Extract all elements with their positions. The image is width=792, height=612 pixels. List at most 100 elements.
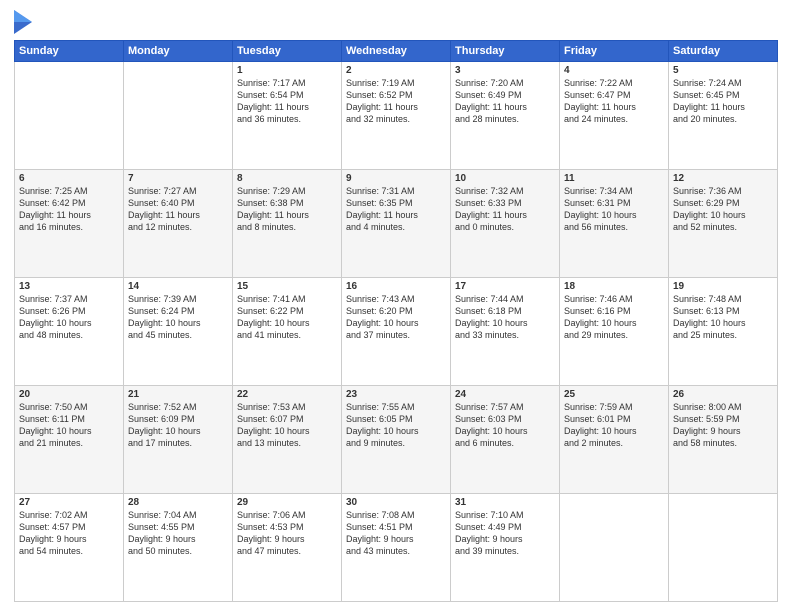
day-number: 8 [237, 173, 337, 184]
day-number: 6 [19, 173, 119, 184]
page: SundayMondayTuesdayWednesdayThursdayFrid… [0, 0, 792, 612]
day-number: 27 [19, 497, 119, 508]
day-info: Sunrise: 7:04 AM Sunset: 4:55 PM Dayligh… [128, 509, 228, 558]
day-info: Sunrise: 7:31 AM Sunset: 6:35 PM Dayligh… [346, 185, 446, 234]
day-info: Sunrise: 7:06 AM Sunset: 4:53 PM Dayligh… [237, 509, 337, 558]
day-info: Sunrise: 7:46 AM Sunset: 6:16 PM Dayligh… [564, 293, 664, 342]
day-info: Sunrise: 7:25 AM Sunset: 6:42 PM Dayligh… [19, 185, 119, 234]
calendar-cell: 11Sunrise: 7:34 AM Sunset: 6:31 PM Dayli… [560, 170, 669, 278]
calendar-cell: 3Sunrise: 7:20 AM Sunset: 6:49 PM Daylig… [451, 62, 560, 170]
calendar-cell: 14Sunrise: 7:39 AM Sunset: 6:24 PM Dayli… [124, 278, 233, 386]
weekday-header-tuesday: Tuesday [233, 41, 342, 62]
weekday-header-friday: Friday [560, 41, 669, 62]
week-row-1: 1Sunrise: 7:17 AM Sunset: 6:54 PM Daylig… [15, 62, 778, 170]
calendar-cell: 7Sunrise: 7:27 AM Sunset: 6:40 PM Daylig… [124, 170, 233, 278]
calendar-cell: 27Sunrise: 7:02 AM Sunset: 4:57 PM Dayli… [15, 494, 124, 602]
day-number: 22 [237, 389, 337, 400]
day-info: Sunrise: 7:48 AM Sunset: 6:13 PM Dayligh… [673, 293, 773, 342]
calendar-cell: 4Sunrise: 7:22 AM Sunset: 6:47 PM Daylig… [560, 62, 669, 170]
day-number: 14 [128, 281, 228, 292]
day-info: Sunrise: 7:19 AM Sunset: 6:52 PM Dayligh… [346, 77, 446, 126]
day-number: 18 [564, 281, 664, 292]
day-info: Sunrise: 7:50 AM Sunset: 6:11 PM Dayligh… [19, 401, 119, 450]
weekday-header-monday: Monday [124, 41, 233, 62]
calendar-cell: 15Sunrise: 7:41 AM Sunset: 6:22 PM Dayli… [233, 278, 342, 386]
calendar-cell: 5Sunrise: 7:24 AM Sunset: 6:45 PM Daylig… [669, 62, 778, 170]
day-number: 12 [673, 173, 773, 184]
calendar-cell: 18Sunrise: 7:46 AM Sunset: 6:16 PM Dayli… [560, 278, 669, 386]
day-info: Sunrise: 7:32 AM Sunset: 6:33 PM Dayligh… [455, 185, 555, 234]
weekday-row: SundayMondayTuesdayWednesdayThursdayFrid… [15, 41, 778, 62]
day-info: Sunrise: 7:34 AM Sunset: 6:31 PM Dayligh… [564, 185, 664, 234]
day-info: Sunrise: 7:52 AM Sunset: 6:09 PM Dayligh… [128, 401, 228, 450]
calendar-cell [124, 62, 233, 170]
calendar-cell: 31Sunrise: 7:10 AM Sunset: 4:49 PM Dayli… [451, 494, 560, 602]
week-row-2: 6Sunrise: 7:25 AM Sunset: 6:42 PM Daylig… [15, 170, 778, 278]
calendar-cell: 10Sunrise: 7:32 AM Sunset: 6:33 PM Dayli… [451, 170, 560, 278]
day-number: 11 [564, 173, 664, 184]
day-number: 25 [564, 389, 664, 400]
calendar-cell [560, 494, 669, 602]
calendar-cell: 26Sunrise: 8:00 AM Sunset: 5:59 PM Dayli… [669, 386, 778, 494]
weekday-header-saturday: Saturday [669, 41, 778, 62]
day-number: 7 [128, 173, 228, 184]
day-info: Sunrise: 7:53 AM Sunset: 6:07 PM Dayligh… [237, 401, 337, 450]
day-info: Sunrise: 7:22 AM Sunset: 6:47 PM Dayligh… [564, 77, 664, 126]
day-info: Sunrise: 7:41 AM Sunset: 6:22 PM Dayligh… [237, 293, 337, 342]
calendar-cell: 16Sunrise: 7:43 AM Sunset: 6:20 PM Dayli… [342, 278, 451, 386]
day-info: Sunrise: 7:29 AM Sunset: 6:38 PM Dayligh… [237, 185, 337, 234]
calendar-table: SundayMondayTuesdayWednesdayThursdayFrid… [14, 40, 778, 602]
calendar-cell: 17Sunrise: 7:44 AM Sunset: 6:18 PM Dayli… [451, 278, 560, 386]
day-info: Sunrise: 7:37 AM Sunset: 6:26 PM Dayligh… [19, 293, 119, 342]
day-number: 24 [455, 389, 555, 400]
header [14, 10, 778, 34]
day-info: Sunrise: 7:55 AM Sunset: 6:05 PM Dayligh… [346, 401, 446, 450]
day-number: 16 [346, 281, 446, 292]
day-number: 5 [673, 65, 773, 76]
calendar-cell [15, 62, 124, 170]
day-number: 31 [455, 497, 555, 508]
calendar-cell: 23Sunrise: 7:55 AM Sunset: 6:05 PM Dayli… [342, 386, 451, 494]
day-number: 15 [237, 281, 337, 292]
calendar-cell: 21Sunrise: 7:52 AM Sunset: 6:09 PM Dayli… [124, 386, 233, 494]
week-row-5: 27Sunrise: 7:02 AM Sunset: 4:57 PM Dayli… [15, 494, 778, 602]
calendar-body: 1Sunrise: 7:17 AM Sunset: 6:54 PM Daylig… [15, 62, 778, 602]
day-number: 28 [128, 497, 228, 508]
logo-icon [14, 10, 32, 34]
day-number: 4 [564, 65, 664, 76]
weekday-header-sunday: Sunday [15, 41, 124, 62]
calendar-cell: 1Sunrise: 7:17 AM Sunset: 6:54 PM Daylig… [233, 62, 342, 170]
calendar-cell: 13Sunrise: 7:37 AM Sunset: 6:26 PM Dayli… [15, 278, 124, 386]
day-info: Sunrise: 8:00 AM Sunset: 5:59 PM Dayligh… [673, 401, 773, 450]
day-number: 1 [237, 65, 337, 76]
calendar-cell: 20Sunrise: 7:50 AM Sunset: 6:11 PM Dayli… [15, 386, 124, 494]
day-number: 9 [346, 173, 446, 184]
day-number: 17 [455, 281, 555, 292]
calendar-cell: 2Sunrise: 7:19 AM Sunset: 6:52 PM Daylig… [342, 62, 451, 170]
day-number: 19 [673, 281, 773, 292]
day-number: 21 [128, 389, 228, 400]
day-number: 26 [673, 389, 773, 400]
calendar-cell: 29Sunrise: 7:06 AM Sunset: 4:53 PM Dayli… [233, 494, 342, 602]
day-info: Sunrise: 7:27 AM Sunset: 6:40 PM Dayligh… [128, 185, 228, 234]
calendar-cell: 22Sunrise: 7:53 AM Sunset: 6:07 PM Dayli… [233, 386, 342, 494]
calendar-cell: 28Sunrise: 7:04 AM Sunset: 4:55 PM Dayli… [124, 494, 233, 602]
calendar-cell: 8Sunrise: 7:29 AM Sunset: 6:38 PM Daylig… [233, 170, 342, 278]
day-number: 13 [19, 281, 119, 292]
day-number: 29 [237, 497, 337, 508]
calendar-cell: 9Sunrise: 7:31 AM Sunset: 6:35 PM Daylig… [342, 170, 451, 278]
logo [14, 10, 34, 34]
calendar-cell: 30Sunrise: 7:08 AM Sunset: 4:51 PM Dayli… [342, 494, 451, 602]
calendar-cell: 24Sunrise: 7:57 AM Sunset: 6:03 PM Dayli… [451, 386, 560, 494]
day-number: 23 [346, 389, 446, 400]
day-info: Sunrise: 7:57 AM Sunset: 6:03 PM Dayligh… [455, 401, 555, 450]
day-info: Sunrise: 7:08 AM Sunset: 4:51 PM Dayligh… [346, 509, 446, 558]
week-row-3: 13Sunrise: 7:37 AM Sunset: 6:26 PM Dayli… [15, 278, 778, 386]
calendar-cell: 12Sunrise: 7:36 AM Sunset: 6:29 PM Dayli… [669, 170, 778, 278]
day-number: 20 [19, 389, 119, 400]
day-info: Sunrise: 7:59 AM Sunset: 6:01 PM Dayligh… [564, 401, 664, 450]
calendar-cell: 6Sunrise: 7:25 AM Sunset: 6:42 PM Daylig… [15, 170, 124, 278]
day-info: Sunrise: 7:36 AM Sunset: 6:29 PM Dayligh… [673, 185, 773, 234]
day-info: Sunrise: 7:24 AM Sunset: 6:45 PM Dayligh… [673, 77, 773, 126]
calendar-cell: 25Sunrise: 7:59 AM Sunset: 6:01 PM Dayli… [560, 386, 669, 494]
